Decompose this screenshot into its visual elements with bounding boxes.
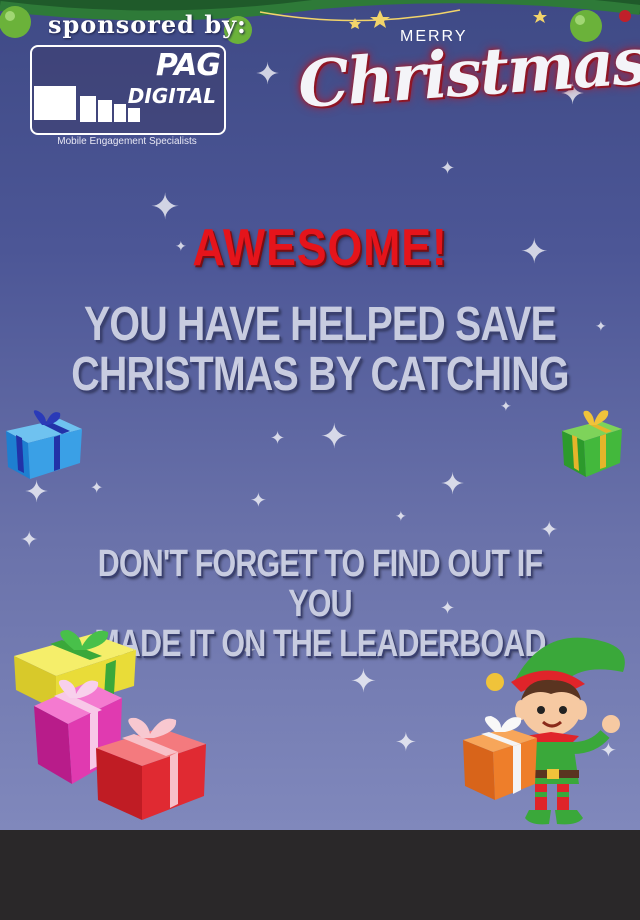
gift-pile: [14, 630, 206, 820]
sparkle-icon: ✦: [250, 488, 267, 512]
sparkle-icon: ✦: [270, 428, 286, 449]
result-message-line-2: CHRISTMAS BY CATCHING: [71, 348, 569, 401]
sparkle-icon: ✦: [395, 728, 417, 758]
sparkle-icon: ✦: [20, 528, 39, 553]
gift-icon: [562, 410, 622, 477]
result-title: AWESOME!: [192, 219, 448, 277]
sparkle-icon: ✦: [440, 158, 456, 179]
sparkle-icon: ✦: [500, 399, 512, 415]
sparkle-icon: ✦: [440, 467, 466, 502]
logo-word-digital: DIGITAL: [127, 84, 216, 108]
sponsored-by-label: sponsored by:: [48, 10, 247, 39]
bottom-bar: [0, 830, 640, 920]
sparkle-icon: ✦: [24, 475, 50, 510]
sparkle-icon: ✦: [350, 662, 377, 700]
sparkle-icon: ✦: [595, 319, 607, 335]
result-message-line-1: YOU HAVE HELPED SAVE: [83, 298, 557, 351]
gift-icon: [6, 410, 82, 479]
logo-tagline: Mobile Engagement Specialists: [57, 136, 197, 147]
sparkle-icon: ✦: [540, 518, 559, 543]
sparkle-icon: ✦: [90, 478, 104, 497]
leaderboard-reminder-line-1: DON'T FORGET TO FIND OUT IF YOU: [97, 543, 543, 625]
game-screen: ✦ ✦ ✦ ✦ ✦ ✦ ✦ ✦ ✦ ✦ ✦ ✦ ✦ ✦ ✦ ✦ ✦ ✦ ✦ ✦ …: [0, 0, 640, 830]
sparkle-icon: ✦: [320, 417, 349, 457]
sparkle-icon: ✦: [395, 509, 407, 525]
result-message: YOU HAVE HELPED SAVE CHRISTMAS BY CATCHI…: [58, 300, 583, 400]
sparkle-icon: ✦: [255, 57, 281, 92]
elf-icon: [463, 637, 625, 825]
logo-word-pag: PAG: [155, 48, 221, 83]
